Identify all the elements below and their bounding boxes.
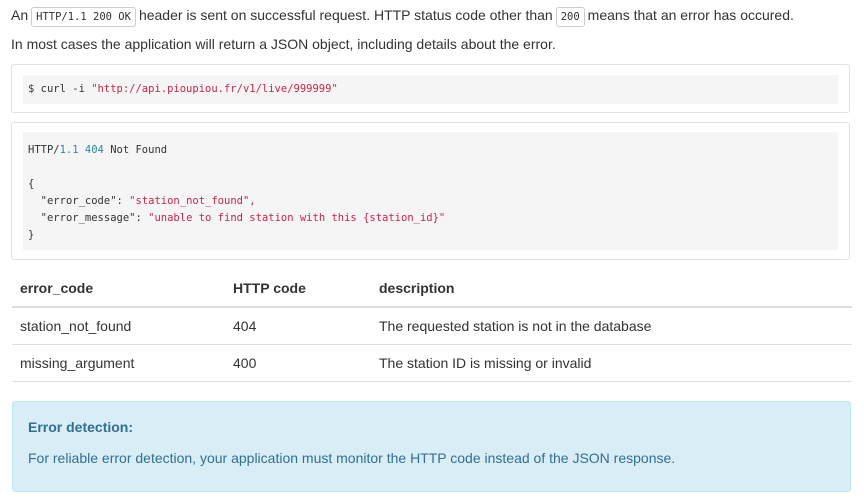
inline-code-200: 200 [555,7,585,27]
header-description: description [371,269,852,308]
intro-text-a: An [11,7,29,23]
info-alert: Error detection: For reliable error dete… [12,401,851,492]
cell-description: The station ID is missing or invalid [371,344,852,382]
json-close-brace: } [28,229,35,241]
curl-command: $ curl -i [28,83,85,95]
json-key-error-message: "error_message": [40,212,142,224]
json-value-error-code: "station_not_found", [129,195,256,207]
cell-error-code: station_not_found [12,307,225,345]
json-key-error-code: "error_code": [40,195,123,207]
intro-text-b: header is sent on successful request. HT… [138,7,553,23]
cell-http-code: 404 [225,307,371,345]
request-panel: $ curl -i "http://api.pioupiou.fr/v1/liv… [11,64,850,113]
header-error-code: error_code [12,269,225,308]
response-version: 1.1 [59,144,79,156]
json-open-brace: { [28,178,35,190]
response-proto: HTTP/ [28,144,60,156]
cell-error-code: missing_argument [12,344,225,382]
request-code-block: $ curl -i "http://api.pioupiou.fr/v1/liv… [23,75,838,104]
intro-paragraph-2: In most cases the application will retur… [11,36,556,52]
response-code: 404 [84,144,104,156]
alert-text: For reliable error detection, your appli… [28,450,676,466]
intro-text-c: means that an error has occured. [587,7,794,23]
response-code-block: HTTP/1.1 404 Not Found { "error_code": "… [23,132,838,250]
response-panel: HTTP/1.1 404 Not Found { "error_code": "… [11,122,850,260]
alert-title: Error detection: [28,419,134,435]
error-codes-table: error_code HTTP code description station… [12,269,852,382]
json-value-error-message: "unable to find station with this {stati… [148,212,446,224]
table-row: station_not_found 404 The requested stat… [12,307,852,345]
intro-paragraph: An HTTP/1.1 200 OK header is sent on succe… [11,5,794,27]
request-url: "http://api.pioupiou.fr/v1/live/999999" [91,83,338,95]
cell-http-code: 400 [225,344,371,382]
response-status: Not Found [110,144,168,156]
cell-description: The requested station is not in the data… [371,307,852,345]
inline-code-status-ok: HTTP/1.1 200 OK [31,7,136,27]
header-http-code: HTTP code [225,269,371,308]
table-header-row: error_code HTTP code description [12,269,852,308]
table-row: missing_argument 400 The station ID is m… [12,344,852,382]
